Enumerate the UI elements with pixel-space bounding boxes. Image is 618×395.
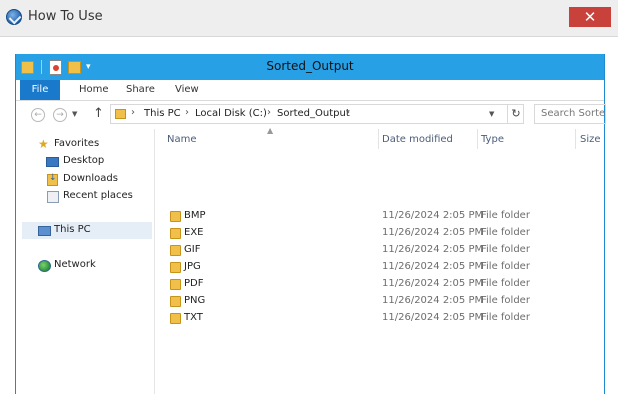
sidebar-item-favorites[interactable]: ★ Favorites xyxy=(16,136,151,153)
sidebar-item-label: Network xyxy=(54,259,96,270)
file-type: File folder xyxy=(481,278,530,289)
sidebar-item-desktop[interactable]: Desktop xyxy=(16,153,151,170)
explorer-window: ▾ Sorted_Output File Home Share View ← →… xyxy=(15,54,606,394)
outer-window-title: How To Use xyxy=(28,9,103,24)
folder-icon xyxy=(170,245,181,256)
table-row[interactable]: PDF 11/26/2024 2:05 PM File folder xyxy=(155,276,604,293)
file-name: PNG xyxy=(184,295,206,306)
file-name: JPG xyxy=(184,261,201,272)
file-type: File folder xyxy=(481,312,530,323)
file-name: PDF xyxy=(184,278,204,289)
recent-locations-dropdown[interactable]: ▼ xyxy=(72,110,77,118)
forward-button[interactable]: → xyxy=(53,108,67,122)
close-button[interactable]: ✕ xyxy=(569,7,611,27)
sidebar-item-label: Downloads xyxy=(63,173,118,184)
star-icon: ★ xyxy=(38,137,49,151)
refresh-icon[interactable]: ↻ xyxy=(507,104,524,124)
column-header-size[interactable]: Size xyxy=(580,134,601,145)
search-placeholder: Search Sorted_Output xyxy=(541,108,606,119)
sort-indicator-icon: ▲ xyxy=(267,126,274,135)
breadcrumb-separator[interactable]: › xyxy=(346,107,350,118)
sidebar-item-downloads[interactable]: Downloads xyxy=(16,171,151,188)
help-app-icon xyxy=(6,9,22,25)
file-date: 11/26/2024 2:05 PM xyxy=(382,295,484,306)
sidebar-item-this-pc[interactable]: This PC xyxy=(22,222,152,239)
folder-icon xyxy=(170,228,181,239)
sidebar-item-network[interactable]: Network xyxy=(16,257,151,274)
address-dropdown[interactable]: ▼ xyxy=(489,110,494,118)
file-date: 11/26/2024 2:05 PM xyxy=(382,261,484,272)
tab-share[interactable]: Share xyxy=(126,80,155,100)
explorer-window-title: Sorted_Output xyxy=(266,59,354,73)
breadcrumb-this-pc[interactable]: This PC xyxy=(144,108,181,119)
table-row[interactable]: EXE 11/26/2024 2:05 PM File folder xyxy=(155,225,604,242)
table-row[interactable]: GIF 11/26/2024 2:05 PM File folder xyxy=(155,242,604,259)
tab-view[interactable]: View xyxy=(175,80,199,100)
file-date: 11/26/2024 2:05 PM xyxy=(382,227,484,238)
file-date: 11/26/2024 2:05 PM xyxy=(382,244,484,255)
file-name: TXT xyxy=(184,312,203,323)
column-header-name[interactable]: Name xyxy=(167,134,197,145)
breadcrumb-local-disk[interactable]: Local Disk (C:) xyxy=(195,108,267,119)
desktop-icon xyxy=(46,157,59,167)
column-divider[interactable] xyxy=(378,129,379,149)
file-date: 11/26/2024 2:05 PM xyxy=(382,278,484,289)
file-date: 11/26/2024 2:05 PM xyxy=(382,210,484,221)
sidebar-item-recent-places[interactable]: Recent places xyxy=(16,188,151,205)
folder-icon xyxy=(170,279,181,290)
file-date: 11/26/2024 2:05 PM xyxy=(382,312,484,323)
computer-icon xyxy=(38,226,51,236)
tab-file[interactable]: File xyxy=(20,80,60,100)
sidebar-item-label: This PC xyxy=(54,224,91,235)
breadcrumb-sorted-output[interactable]: Sorted_Output xyxy=(277,108,350,119)
up-button[interactable]: ↑ xyxy=(93,106,104,121)
folder-icon xyxy=(170,296,181,307)
column-header-type[interactable]: Type xyxy=(481,134,504,145)
explorer-title-bar: ▾ Sorted_Output xyxy=(16,54,604,80)
recent-places-icon xyxy=(47,191,59,203)
column-divider[interactable] xyxy=(477,129,478,149)
network-icon xyxy=(38,260,51,272)
folder-icon xyxy=(170,211,181,222)
breadcrumb-separator[interactable]: › xyxy=(131,107,135,118)
folder-icon xyxy=(170,313,181,324)
table-row[interactable]: JPG 11/26/2024 2:05 PM File folder xyxy=(155,259,604,276)
file-list: ▲ Name Date modified Type Size BMP 11/26… xyxy=(155,126,604,394)
downloads-icon xyxy=(47,173,58,186)
back-button[interactable]: ← xyxy=(31,108,45,122)
tab-home[interactable]: Home xyxy=(79,80,109,100)
file-type: File folder xyxy=(481,295,530,306)
navigation-pane: ★ Favorites Desktop Downloads Recent pla… xyxy=(16,129,155,394)
file-type: File folder xyxy=(481,210,530,221)
breadcrumb-separator[interactable]: › xyxy=(185,107,189,118)
search-input[interactable]: Search Sorted_Output xyxy=(534,104,606,124)
file-name: GIF xyxy=(184,244,201,255)
table-row[interactable]: PNG 11/26/2024 2:05 PM File folder xyxy=(155,293,604,310)
sidebar-item-label: Desktop xyxy=(63,155,105,166)
sidebar-item-label: Favorites xyxy=(54,138,100,149)
folder-icon xyxy=(115,109,126,119)
column-divider[interactable] xyxy=(575,129,576,149)
file-name: EXE xyxy=(184,227,204,238)
folder-icon xyxy=(170,262,181,273)
file-type: File folder xyxy=(481,244,530,255)
ribbon-tabs: File Home Share View xyxy=(16,80,604,101)
file-type: File folder xyxy=(481,261,530,272)
outer-title-bar: How To Use ✕ xyxy=(0,0,618,36)
address-row: ← → ▼ ↑ › This PC › Local Disk (C:) › So… xyxy=(16,101,606,130)
breadcrumb-separator[interactable]: › xyxy=(267,107,271,118)
column-header-date[interactable]: Date modified xyxy=(382,134,453,145)
table-row[interactable]: BMP 11/26/2024 2:05 PM File folder xyxy=(155,208,604,225)
file-type: File folder xyxy=(481,227,530,238)
address-bar[interactable]: › This PC › Local Disk (C:) › Sorted_Out… xyxy=(110,104,524,124)
sidebar-item-label: Recent places xyxy=(63,190,133,201)
file-name: BMP xyxy=(184,210,206,221)
table-row[interactable]: TXT 11/26/2024 2:05 PM File folder xyxy=(155,310,604,327)
